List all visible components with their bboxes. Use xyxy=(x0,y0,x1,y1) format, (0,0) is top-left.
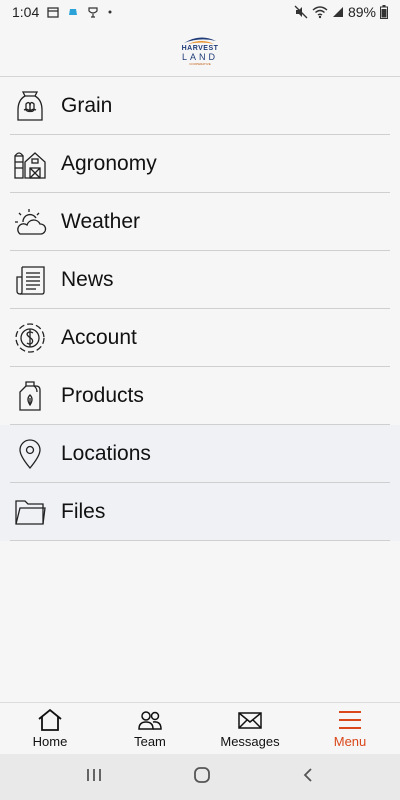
main-menu-list: Grain Agronomy Weather News Account Prod… xyxy=(0,77,400,541)
nav-messages-label: Messages xyxy=(220,734,280,749)
app-notification-icon xyxy=(67,6,79,18)
harvest-land-logo: HARVEST LAND COOPERATIVE xyxy=(182,35,219,66)
menu-item-weather[interactable]: Weather xyxy=(0,193,400,251)
menu-item-agronomy[interactable]: Agronomy xyxy=(0,135,400,193)
app-header: HARVEST LAND COOPERATIVE xyxy=(0,24,400,77)
dollar-circle-icon xyxy=(12,320,48,356)
battery-icon xyxy=(380,5,388,19)
team-icon xyxy=(138,711,162,730)
menu-item-locations[interactable]: Locations xyxy=(0,425,400,483)
barn-icon xyxy=(12,146,48,182)
nav-home[interactable]: Home xyxy=(0,703,100,754)
menu-label-agronomy: Agronomy xyxy=(61,152,157,175)
recent-apps-button[interactable] xyxy=(85,767,103,788)
status-time: 1:04 xyxy=(12,4,40,20)
wifi-icon xyxy=(312,5,328,19)
logo-line2: LAND xyxy=(181,51,218,62)
recent-apps-icon xyxy=(87,768,101,781)
menu-label-news: News xyxy=(61,268,114,291)
home-icon xyxy=(38,708,62,731)
envelope-icon xyxy=(238,712,262,729)
sun-cloud-icon xyxy=(12,204,48,240)
menu-item-grain[interactable]: Grain xyxy=(0,77,400,135)
menu-item-files[interactable]: Files xyxy=(0,483,400,541)
menu-item-products[interactable]: Products xyxy=(0,367,400,425)
menu-label-files: Files xyxy=(61,500,106,523)
back-arrow-icon xyxy=(303,767,312,782)
nav-menu[interactable]: Menu xyxy=(300,703,400,754)
menu-label-products: Products xyxy=(61,384,144,407)
hamburger-menu-icon xyxy=(339,711,361,729)
system-home-icon xyxy=(194,766,210,783)
bottom-navigation: Home Team Messages Menu xyxy=(0,702,400,754)
jug-icon xyxy=(12,378,48,414)
system-navigation-bar xyxy=(0,754,400,800)
logo-mark-icon xyxy=(183,36,216,44)
nav-home-label: Home xyxy=(32,734,68,749)
nav-messages[interactable]: Messages xyxy=(200,703,300,754)
system-back-button[interactable] xyxy=(301,766,315,789)
nav-menu-label: Menu xyxy=(333,734,367,749)
dot-indicator-icon xyxy=(107,9,113,15)
menu-item-account[interactable]: Account xyxy=(0,309,400,367)
menu-item-news[interactable]: News xyxy=(0,251,400,309)
status-bar: 1:04 89% xyxy=(0,0,400,24)
system-home-button[interactable] xyxy=(193,766,211,789)
grain-sack-icon xyxy=(12,88,48,124)
trophy-notification-icon xyxy=(87,6,99,18)
menu-label-weather: Weather xyxy=(61,210,140,233)
battery-percent: 89% xyxy=(347,4,376,20)
nav-team-label: Team xyxy=(134,734,166,749)
menu-label-locations: Locations xyxy=(61,442,151,465)
map-pin-icon xyxy=(12,436,48,472)
nav-team[interactable]: Team xyxy=(100,703,200,754)
mute-icon xyxy=(294,5,308,19)
logo-tagline: COOPERATIVE xyxy=(189,61,211,66)
newspaper-icon xyxy=(12,262,48,298)
folder-icon xyxy=(12,494,48,530)
signal-icon xyxy=(332,6,344,18)
menu-label-account: Account xyxy=(61,326,137,349)
menu-label-grain: Grain xyxy=(61,94,113,117)
calendar-notification-icon xyxy=(47,6,59,18)
